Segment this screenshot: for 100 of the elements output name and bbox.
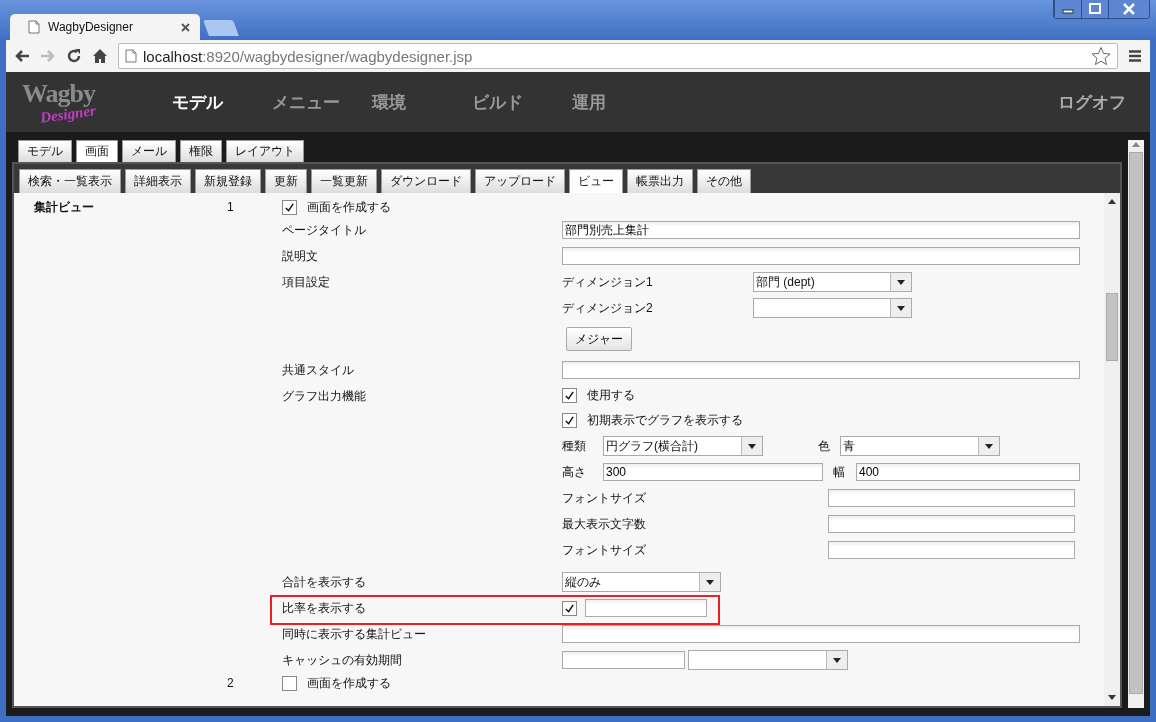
nav-item[interactable]: ビルド (472, 90, 572, 114)
checkbox[interactable] (282, 675, 297, 691)
dropdown[interactable] (753, 298, 912, 318)
tab[interactable]: その他 (697, 169, 751, 193)
text-field[interactable] (562, 625, 1080, 643)
tab[interactable]: 検索・一覧表示 (19, 169, 121, 193)
tab[interactable]: メール (122, 140, 176, 162)
checkmark-icon (284, 201, 295, 213)
reload-icon (66, 48, 82, 64)
checkmark-icon (564, 390, 575, 401)
tab[interactable]: アップロード (475, 169, 565, 193)
dropdown[interactable]: 部門 (dept) (753, 272, 912, 292)
dropdown[interactable]: 青 (840, 436, 1000, 456)
tab[interactable]: 帳票出力 (627, 169, 693, 193)
address-bar[interactable]: localhost:8920/wagbydesigner/wagbydesigner.jsp (118, 43, 1118, 69)
checkbox-label: 画面を作成する (307, 674, 391, 692)
caret-icon (748, 443, 756, 449)
tab[interactable]: 詳細表示 (125, 169, 191, 193)
field-label: ページタイトル (282, 221, 366, 239)
scroll-up-icon (1131, 140, 1141, 148)
tab[interactable]: 画面 (76, 140, 118, 162)
scroll-up-icon (1107, 197, 1117, 205)
field-label: フォントサイズ (562, 489, 647, 507)
field-label: キャッシュの有効期間 (282, 651, 402, 669)
field-label: 同時に表示する集計ビュー (282, 625, 426, 643)
logoff-link[interactable]: ログオフ (1058, 90, 1126, 114)
close-icon (181, 22, 190, 32)
nav-item[interactable]: メニュー (272, 90, 372, 114)
scroll-down-icon (1107, 694, 1117, 702)
checkbox[interactable] (282, 199, 297, 215)
dropdown[interactable]: 縦のみ (562, 572, 721, 592)
scrollbar[interactable] (1104, 193, 1120, 706)
text-field[interactable] (828, 541, 1075, 559)
checkbox[interactable] (562, 388, 577, 403)
tab-title: WagbyDesigner (48, 20, 134, 34)
nav-item[interactable]: 環境 (372, 90, 472, 114)
nav-item[interactable]: 運用 (572, 90, 672, 114)
scrollbar[interactable] (1128, 140, 1144, 708)
forward-arrow-icon (40, 49, 56, 63)
logo[interactable]: Wagby Designer (22, 79, 172, 125)
tab[interactable]: 権限 (180, 140, 222, 162)
tab[interactable]: ビュー (569, 169, 623, 193)
text-field[interactable] (562, 651, 685, 669)
checkbox[interactable] (562, 413, 577, 428)
field-label: ディメンジョン2 (562, 299, 654, 317)
tab[interactable]: レイアウト (226, 140, 304, 162)
page-icon (125, 49, 137, 63)
page-icon (28, 20, 40, 34)
text-field[interactable]: 部門別売上集計 (562, 221, 1080, 239)
scroll-thumb[interactable] (1106, 293, 1118, 361)
caret-icon (897, 279, 905, 285)
star-icon (1091, 46, 1111, 66)
text-field[interactable]: 400 (856, 463, 1080, 481)
tab[interactable]: 一覧更新 (311, 169, 377, 193)
dropdown[interactable]: 円グラフ(横合計) (603, 436, 763, 456)
caret-icon (985, 443, 993, 449)
caret-icon (897, 305, 905, 311)
field-label: 初期表示でグラフを表示する (587, 412, 743, 429)
checkbox-label: 画面を作成する (307, 198, 391, 216)
measure-button[interactable]: メジャー (566, 327, 632, 351)
field-label: グラフ出力機能 (282, 387, 366, 405)
field-label: 最大表示文字数 (562, 515, 647, 533)
view-number: 1 (227, 199, 235, 216)
field-label: 説明文 (282, 247, 318, 265)
field-label: フォントサイズ (562, 541, 647, 559)
tab[interactable]: 新規登録 (195, 169, 261, 193)
home-icon (92, 48, 108, 64)
menu-icon (1128, 49, 1142, 63)
field-label: 高さ (562, 463, 587, 481)
field-label: 合計を表示する (282, 573, 366, 591)
checkmark-icon (564, 415, 575, 426)
text-field[interactable] (562, 361, 1080, 379)
nav-item[interactable]: モデル (172, 90, 272, 114)
text-field[interactable]: 300 (603, 463, 823, 481)
checkmark-icon (564, 602, 575, 614)
field-label: 使用する (587, 387, 635, 404)
dropdown[interactable] (688, 650, 848, 670)
field-label: 比率を表示する (282, 599, 366, 617)
text-field[interactable] (828, 515, 1075, 533)
scroll-thumb[interactable] (1129, 152, 1143, 694)
text-field[interactable] (562, 247, 1080, 265)
view-number: 2 (227, 675, 235, 692)
checkbox[interactable] (562, 600, 577, 616)
caret-icon (706, 579, 714, 585)
back-arrow-icon (14, 49, 30, 63)
field-label: 色 (818, 437, 830, 455)
field-label: ディメンジョン1 (562, 273, 654, 291)
browser-tab[interactable]: WagbyDesigner (10, 14, 200, 40)
new-tab-button[interactable] (203, 20, 239, 36)
field-label: 共通スタイル (282, 361, 354, 379)
text-field[interactable] (585, 599, 707, 617)
tab[interactable]: 更新 (265, 169, 307, 193)
section-title: 集計ビュー (34, 198, 95, 216)
field-label: 幅 (833, 463, 846, 481)
tab[interactable]: モデル (18, 140, 72, 162)
field-label: 種類 (562, 437, 587, 455)
text-field[interactable] (828, 489, 1075, 507)
tab[interactable]: ダウンロード (381, 169, 471, 193)
field-label: 項目設定 (282, 273, 330, 291)
caret-icon (833, 657, 841, 663)
